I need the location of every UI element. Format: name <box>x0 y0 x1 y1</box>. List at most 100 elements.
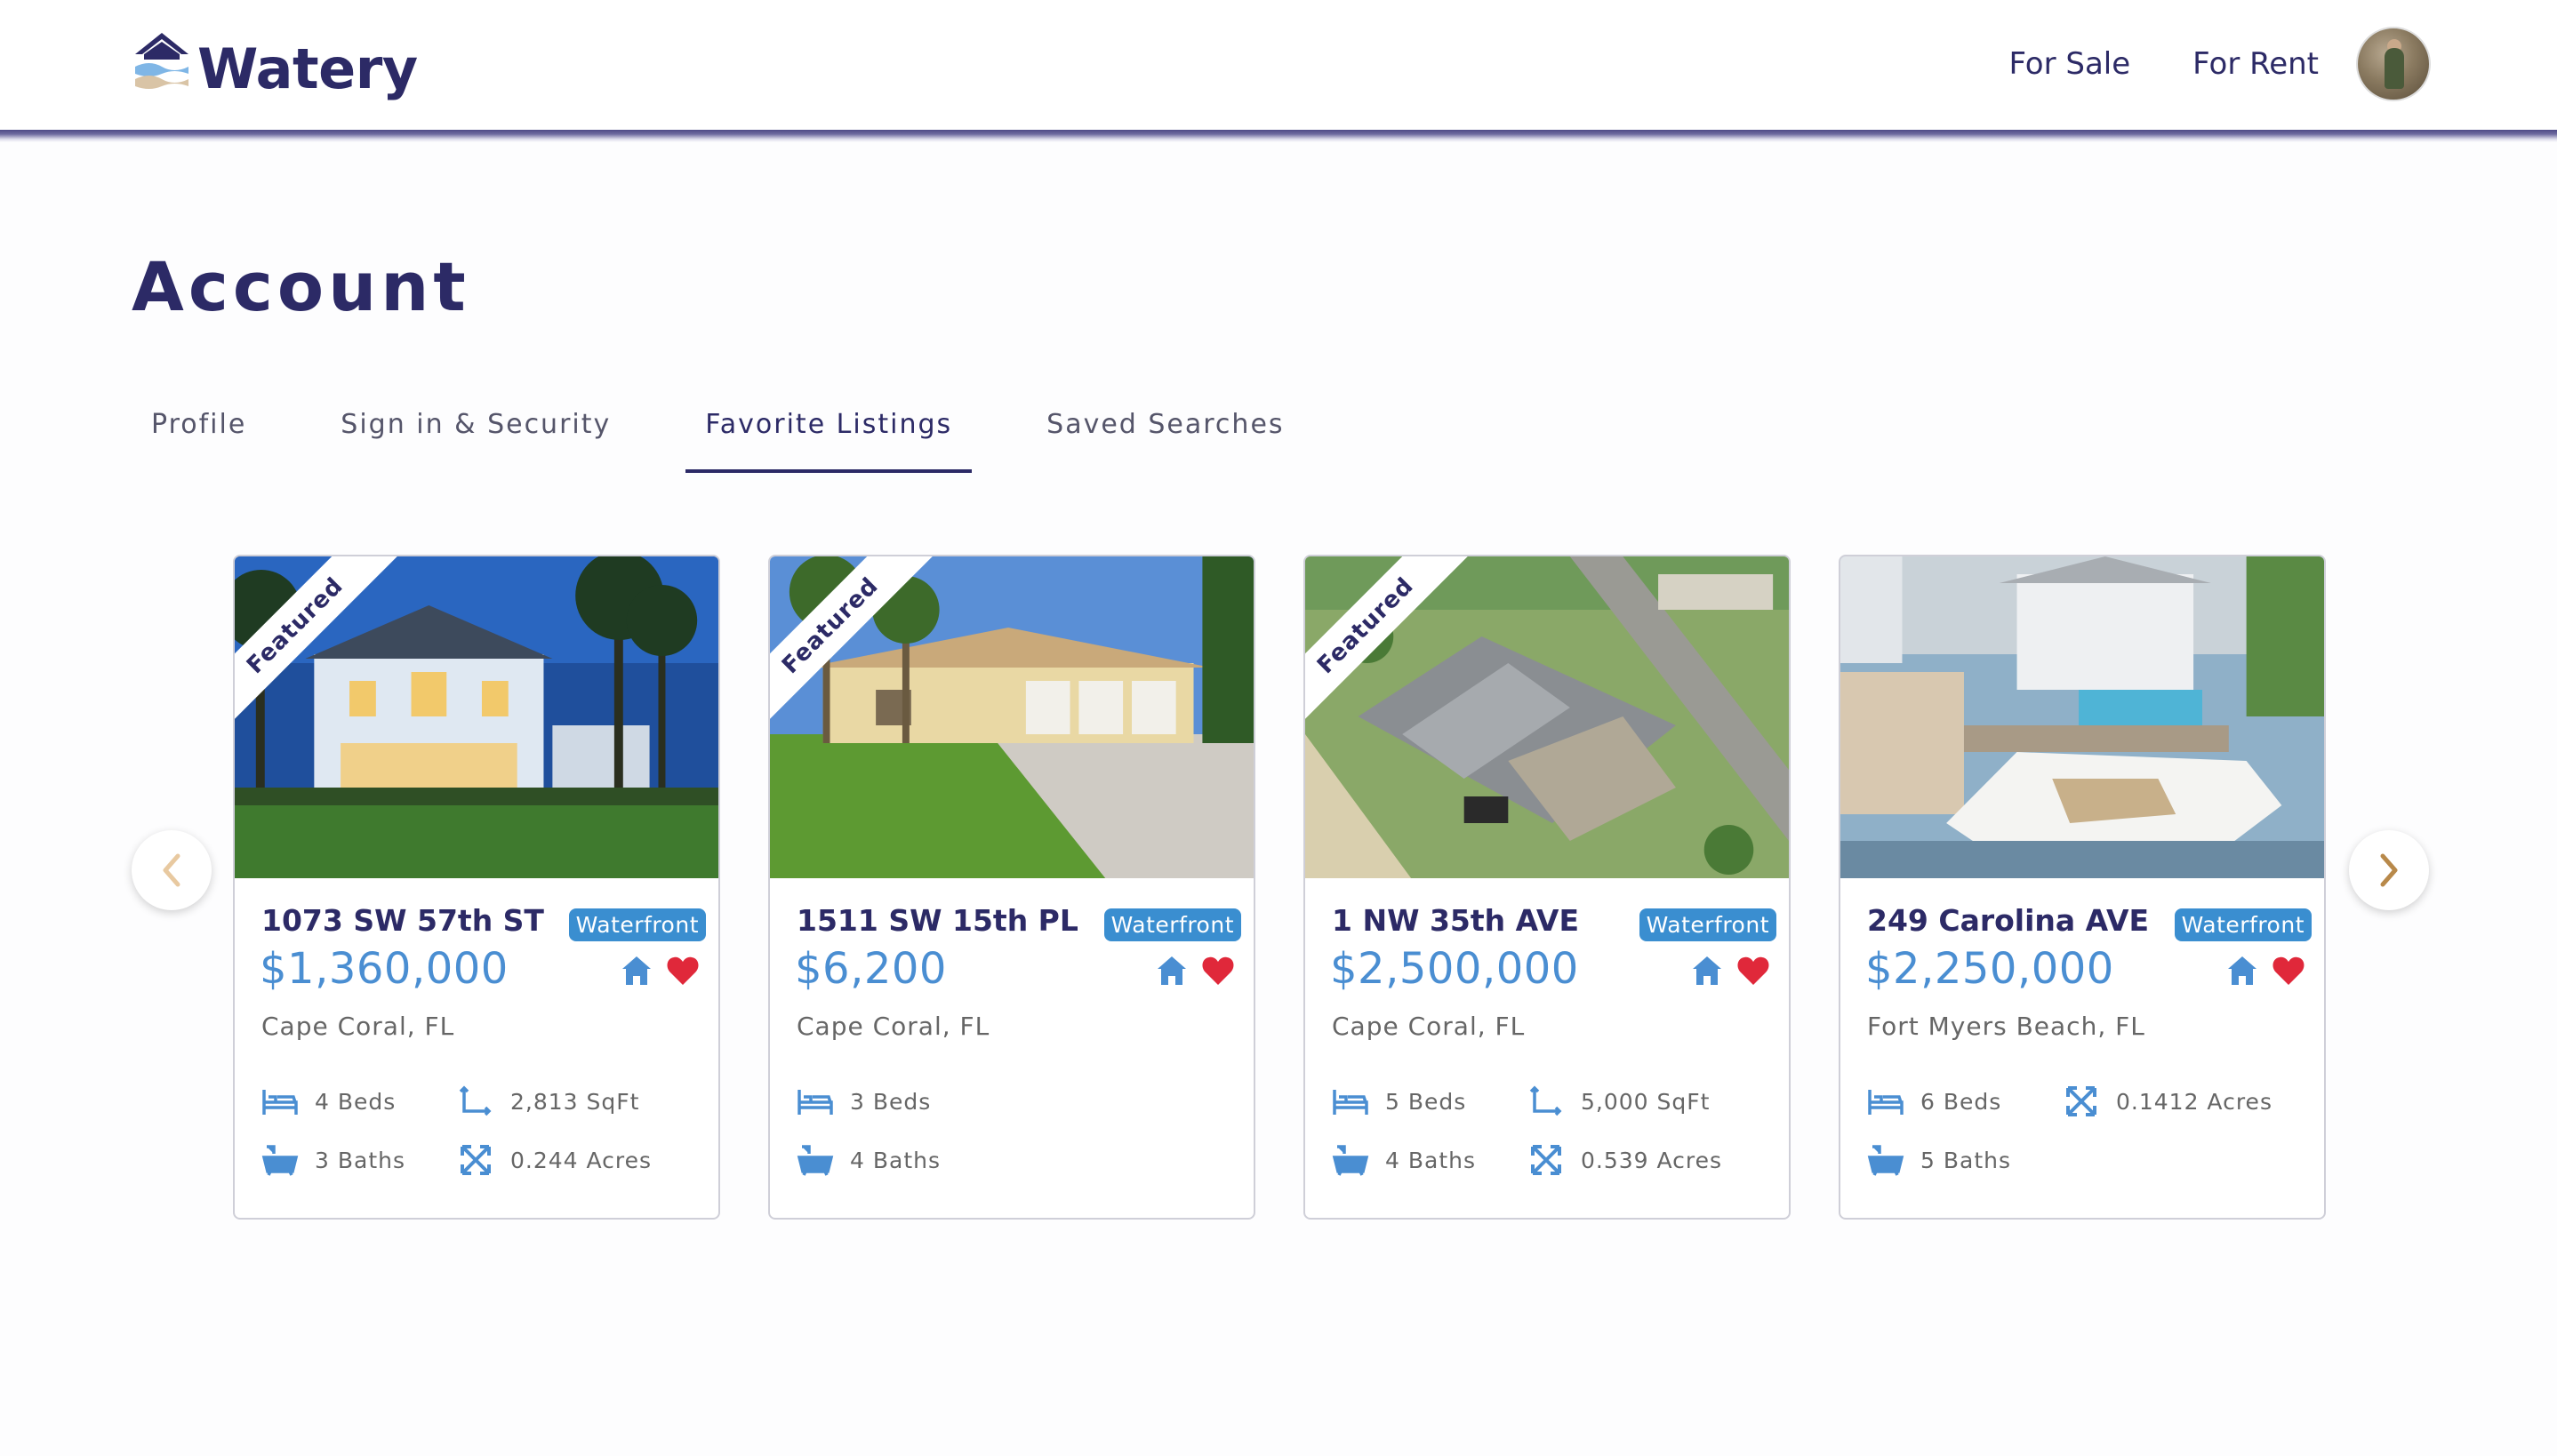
baths-value: 4 Baths <box>1385 1147 1476 1173</box>
listing-card[interactable]: Featured 1511 SW 15th PL Waterfront $6,2… <box>768 555 1255 1220</box>
listing-price: $2,500,000 <box>1330 944 1579 994</box>
home-icon[interactable] <box>1689 953 1725 988</box>
heart-icon[interactable] <box>1200 953 1236 988</box>
heart-icon[interactable] <box>1735 953 1771 988</box>
baths-spec: 4 Baths <box>1332 1143 1476 1177</box>
listing-info: 1 NW 35th AVE Waterfront $2,500,000 Cape… <box>1305 878 1789 1218</box>
expand-arrows-icon <box>2066 1086 2096 1116</box>
listing-actions <box>1679 953 1771 988</box>
area-corner-icon <box>459 1085 492 1116</box>
bathtub-icon <box>1867 1145 1904 1176</box>
home-icon[interactable] <box>1154 953 1190 988</box>
sqft-spec: 2,813 SqFt <box>457 1084 639 1118</box>
waterfront-badge: Waterfront <box>1103 908 1241 941</box>
featured-ribbon: Featured <box>1305 556 1483 734</box>
user-avatar[interactable] <box>2356 27 2431 101</box>
waterfront-badge: Waterfront <box>568 908 706 941</box>
brand-logo[interactable]: Watery <box>130 21 418 107</box>
listing-city: Cape Coral, FL <box>1332 1012 1526 1041</box>
page-title: Account <box>132 247 470 326</box>
tab-favorite-listings[interactable]: Favorite Listings <box>685 391 973 473</box>
brand-name: Watery <box>197 36 418 101</box>
baths-value: 3 Baths <box>315 1147 405 1173</box>
nav-for-rent-link[interactable]: For Rent <box>2192 46 2319 82</box>
bed-icon <box>1333 1090 1368 1115</box>
tab-saved-searches[interactable]: Saved Searches <box>1027 391 1303 473</box>
tab-profile[interactable]: Profile <box>132 391 266 473</box>
beds-value: 4 Beds <box>315 1088 397 1115</box>
acres-spec: 0.244 Acres <box>457 1143 652 1177</box>
listing-info: 1511 SW 15th PL Waterfront $6,200 Cape C… <box>770 878 1254 1218</box>
nav-for-sale-link[interactable]: For Sale <box>2008 46 2130 82</box>
expand-arrows-icon <box>461 1145 491 1175</box>
bed-icon <box>798 1090 833 1115</box>
listing-photo[interactable]: Featured <box>235 556 718 878</box>
listing-photo[interactable] <box>1840 556 2324 878</box>
account-tabs: Profile Sign in & Security Favorite List… <box>132 391 1304 473</box>
listing-address[interactable]: 249 Carolina AVE <box>1867 903 2149 938</box>
carousel-next-button[interactable] <box>2349 830 2429 910</box>
listing-address[interactable]: 1 NW 35th AVE <box>1332 903 1579 938</box>
listing-actions <box>608 953 701 988</box>
baths-spec: 3 Baths <box>261 1143 405 1177</box>
carousel-prev-button[interactable] <box>132 830 212 910</box>
listing-photo[interactable]: Featured <box>1305 556 1789 878</box>
baths-spec: 4 Baths <box>797 1143 941 1177</box>
acres-value: 0.244 Acres <box>510 1147 653 1173</box>
listing-info: 1073 SW 57th ST Waterfront $1,360,000 Ca… <box>235 878 718 1218</box>
baths-value: 4 Baths <box>850 1147 941 1173</box>
bathtub-icon <box>797 1145 834 1176</box>
bed-icon <box>262 1090 298 1115</box>
top-header: Watery For Sale For Rent <box>0 0 2557 132</box>
baths-value: 5 Baths <box>1920 1147 2011 1173</box>
bathtub-icon <box>261 1145 299 1176</box>
acres-value: 0.539 Acres <box>1581 1147 1723 1173</box>
beds-spec: 4 Beds <box>261 1084 396 1118</box>
avatar-figure-shape <box>2385 48 2404 89</box>
acres-value: 0.1412 Acres <box>2116 1088 2272 1115</box>
sqft-spec: 5,000 SqFt <box>1527 1084 1710 1118</box>
expand-arrows-icon <box>1531 1145 1561 1175</box>
featured-label: Featured <box>1305 556 1471 731</box>
listing-actions <box>2214 953 2306 988</box>
bathtub-icon <box>1332 1145 1369 1176</box>
beds-spec: 6 Beds <box>1867 1084 2001 1118</box>
listing-info: 249 Carolina AVE Waterfront $2,250,000 F… <box>1840 878 2324 1218</box>
beds-value: 3 Beds <box>850 1088 932 1115</box>
listing-city: Cape Coral, FL <box>797 1012 990 1041</box>
listing-card[interactable]: Featured 1073 SW 57th ST Waterfront $1,3… <box>233 555 720 1220</box>
acres-spec: 0.539 Acres <box>1527 1143 1722 1177</box>
home-icon[interactable] <box>619 953 654 988</box>
featured-ribbon: Featured <box>235 556 413 734</box>
listing-city: Fort Myers Beach, FL <box>1867 1012 2145 1041</box>
sqft-value: 5,000 SqFt <box>1581 1088 1711 1115</box>
featured-label: Featured <box>770 556 935 731</box>
listing-price: $2,250,000 <box>1865 944 2114 994</box>
home-icon[interactable] <box>2224 953 2260 988</box>
beds-spec: 3 Beds <box>797 1084 931 1118</box>
chevron-left-icon <box>163 853 180 887</box>
listing-actions <box>1143 953 1236 988</box>
baths-spec: 5 Baths <box>1867 1143 2011 1177</box>
tab-sign-in-security[interactable]: Sign in & Security <box>321 391 630 473</box>
acres-spec: 0.1412 Acres <box>2063 1084 2272 1118</box>
bed-icon <box>1868 1090 1904 1115</box>
listing-address[interactable]: 1073 SW 57th ST <box>261 903 544 938</box>
house-waves-logo-icon <box>135 33 188 89</box>
heart-icon[interactable] <box>2271 953 2306 988</box>
listing-card[interactable]: Featured 1 NW 35th AVE Waterfront $2,500… <box>1303 555 1791 1220</box>
main-nav: For Sale For Rent <box>2008 25 2431 103</box>
listing-photo[interactable]: Featured <box>770 556 1254 878</box>
listing-card[interactable]: 249 Carolina AVE Waterfront $2,250,000 F… <box>1839 555 2326 1220</box>
chevron-right-icon <box>2380 853 2398 887</box>
listing-price: $6,200 <box>795 944 947 994</box>
area-corner-icon <box>1529 1085 1562 1116</box>
waterfront-badge: Waterfront <box>2174 908 2312 941</box>
listing-address[interactable]: 1511 SW 15th PL <box>797 903 1078 938</box>
waterfront-badge: Waterfront <box>1639 908 1776 941</box>
house-photo-canal <box>1840 556 2324 878</box>
header-divider <box>0 130 2557 142</box>
beds-value: 5 Beds <box>1385 1088 1467 1115</box>
heart-icon[interactable] <box>665 953 701 988</box>
sqft-value: 2,813 SqFt <box>510 1088 640 1115</box>
